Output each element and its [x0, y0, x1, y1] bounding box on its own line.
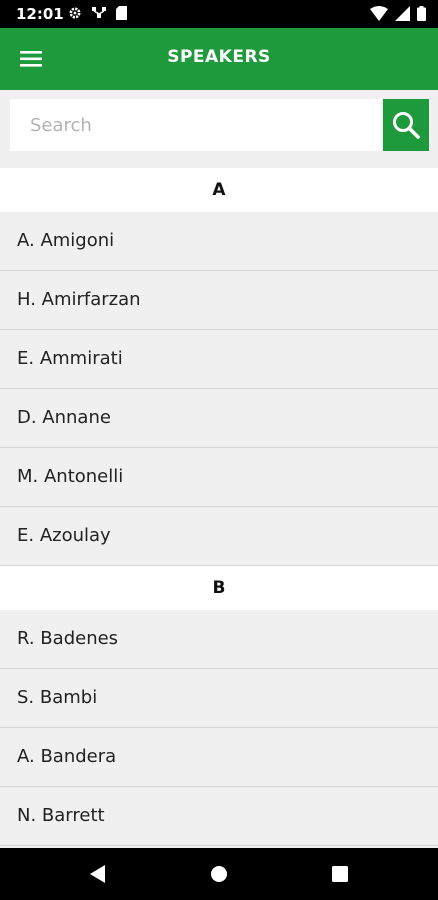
back-icon[interactable] [88, 864, 106, 884]
status-time: 12:01 [16, 5, 64, 23]
sd-card-icon [116, 6, 128, 20]
list-item[interactable]: D. Annane [0, 389, 438, 448]
list-item[interactable]: E. Azoulay [0, 507, 438, 566]
navigation-bar [0, 848, 438, 900]
battery-icon [417, 6, 426, 21]
section-header-b: B [0, 566, 438, 610]
section-header-a: A [0, 168, 438, 212]
settings-icon [69, 7, 81, 19]
status-bar: 12:01 [0, 0, 438, 28]
status-left-icons [68, 6, 131, 25]
list-item[interactable]: E. Ammirati [0, 330, 438, 389]
list-item[interactable]: N. Barrett [0, 787, 438, 846]
speaker-list: A A. Amigoni H. Amirfarzan E. Ammirati D… [0, 168, 438, 846]
search-button[interactable] [383, 99, 429, 151]
list-item[interactable]: M. Antonelli [0, 448, 438, 507]
network-icon [92, 7, 107, 18]
list-item[interactable]: R. Badenes [0, 610, 438, 669]
search-input[interactable] [10, 99, 382, 151]
list-item[interactable]: A. Bandera [0, 728, 438, 787]
list-item[interactable]: S. Bambi [0, 669, 438, 728]
wifi-icon [369, 6, 388, 21]
list-item[interactable]: A. Amigoni [0, 212, 438, 271]
page-title: SPEAKERS [167, 47, 271, 67]
home-icon[interactable] [210, 864, 228, 884]
search-icon [393, 112, 420, 139]
search-bar [0, 90, 438, 168]
signal-icon [394, 6, 410, 21]
recents-icon[interactable] [331, 864, 349, 884]
app-bar: SPEAKERS [0, 28, 438, 90]
status-right-icons [368, 6, 426, 25]
list-item[interactable]: H. Amirfarzan [0, 271, 438, 330]
